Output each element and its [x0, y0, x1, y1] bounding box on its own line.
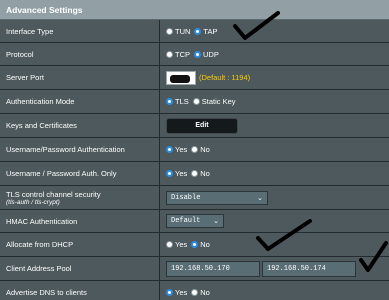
radio-userpass-only-no[interactable]: No: [191, 169, 210, 178]
row-protocol: Protocol TCP UDP: [0, 43, 389, 66]
radio-selected-icon: [194, 27, 202, 35]
radio-tap[interactable]: TAP: [194, 27, 217, 36]
client-pool-label: Client Address Pool: [0, 257, 160, 280]
radio-selected-icon: [166, 146, 173, 153]
pool-start-input[interactable]: 192.168.50.170: [166, 260, 260, 277]
radio-icon: [192, 98, 200, 105]
tls-control-title: TLS control channel security: [6, 189, 101, 199]
tls-control-value: Disable: [171, 193, 201, 202]
radio-icon: [166, 50, 173, 58]
radio-dhcp-yes[interactable]: Yes: [166, 240, 187, 249]
radio-selected-icon: [166, 98, 173, 105]
radio-icon: [191, 288, 199, 296]
userpass-only-label: Username / Password Auth. Only: [0, 162, 160, 185]
server-port-input[interactable]: [166, 70, 196, 85]
tls-control-label: TLS control channel security (tls-auth /…: [0, 186, 160, 209]
userpass-auth-label: Username/Password Authentication: [0, 138, 160, 161]
edit-button[interactable]: Edit: [166, 117, 238, 134]
row-dhcp: Allocate from DHCP Yes No: [0, 233, 389, 257]
keys-certs-label: Keys and Certificates: [0, 114, 160, 137]
row-userpass-auth: Username/Password Authentication Yes No: [0, 138, 389, 162]
radio-icon: [166, 27, 173, 35]
chevron-down-icon: ⌄: [213, 217, 219, 225]
radio-userpass-only-yes[interactable]: Yes: [166, 169, 187, 178]
radio-dhcp-no[interactable]: No: [191, 240, 210, 249]
row-userpass-only: Username / Password Auth. Only Yes No: [0, 162, 389, 186]
redaction-mark: [170, 74, 190, 83]
settings-table: Interface Type TUN TAP Protocol TCP UDP …: [0, 20, 389, 300]
radio-userpass-no[interactable]: No: [191, 145, 210, 154]
advertise-dns-label: Advertise DNS to clients: [0, 281, 160, 300]
radio-tun[interactable]: TUN: [166, 27, 190, 36]
hmac-value: Default: [171, 217, 201, 225]
hmac-select[interactable]: Default ⌄: [166, 214, 224, 228]
row-tls-control: TLS control channel security (tls-auth /…: [0, 186, 389, 210]
section-header: Advanced Settings: [0, 0, 389, 20]
radio-tcp[interactable]: TCP: [166, 50, 190, 59]
row-hmac: HMAC Authentication Default ⌄: [0, 210, 389, 233]
section-title: Advanced Settings: [6, 5, 83, 15]
auth-mode-label: Authentication Mode: [0, 90, 160, 113]
radio-tls[interactable]: TLS: [166, 97, 189, 106]
row-auth-mode: Authentication Mode TLS Static Key: [0, 90, 389, 114]
server-port-label: Server Port: [0, 66, 160, 89]
radio-selected-icon: [194, 50, 201, 58]
hmac-label: HMAC Authentication: [0, 210, 160, 232]
chevron-down-icon: ⌄: [257, 193, 263, 202]
radio-dns-no[interactable]: No: [191, 288, 210, 297]
interface-type-label: Interface Type: [0, 20, 160, 42]
radio-icon: [191, 170, 199, 177]
radio-selected-icon: [191, 241, 199, 248]
server-port-hint: (Default : 1194): [199, 73, 251, 82]
radio-userpass-yes[interactable]: Yes: [166, 145, 187, 154]
row-keys-certs: Keys and Certificates Edit: [0, 114, 389, 138]
row-server-port: Server Port (Default : 1194): [0, 66, 389, 90]
tls-control-select[interactable]: Disable ⌄: [166, 190, 268, 205]
radio-icon: [166, 241, 173, 248]
tls-control-sublabel: (tls-auth / tls-crypt): [6, 198, 60, 206]
row-advertise-dns: Advertise DNS to clients Yes No: [0, 281, 389, 300]
radio-selected-icon: [166, 170, 173, 177]
radio-static-key[interactable]: Static Key: [192, 97, 236, 106]
pool-end-input[interactable]: 192.168.50.174: [262, 260, 356, 277]
protocol-label: Protocol: [0, 43, 160, 65]
row-interface-type: Interface Type TUN TAP: [0, 20, 389, 43]
radio-dns-yes[interactable]: Yes: [166, 288, 187, 297]
row-client-pool: Client Address Pool 192.168.50.170 192.1…: [0, 257, 389, 281]
radio-selected-icon: [166, 288, 173, 296]
radio-icon: [191, 146, 199, 153]
radio-udp[interactable]: UDP: [194, 50, 219, 59]
dhcp-label: Allocate from DHCP: [0, 233, 160, 256]
